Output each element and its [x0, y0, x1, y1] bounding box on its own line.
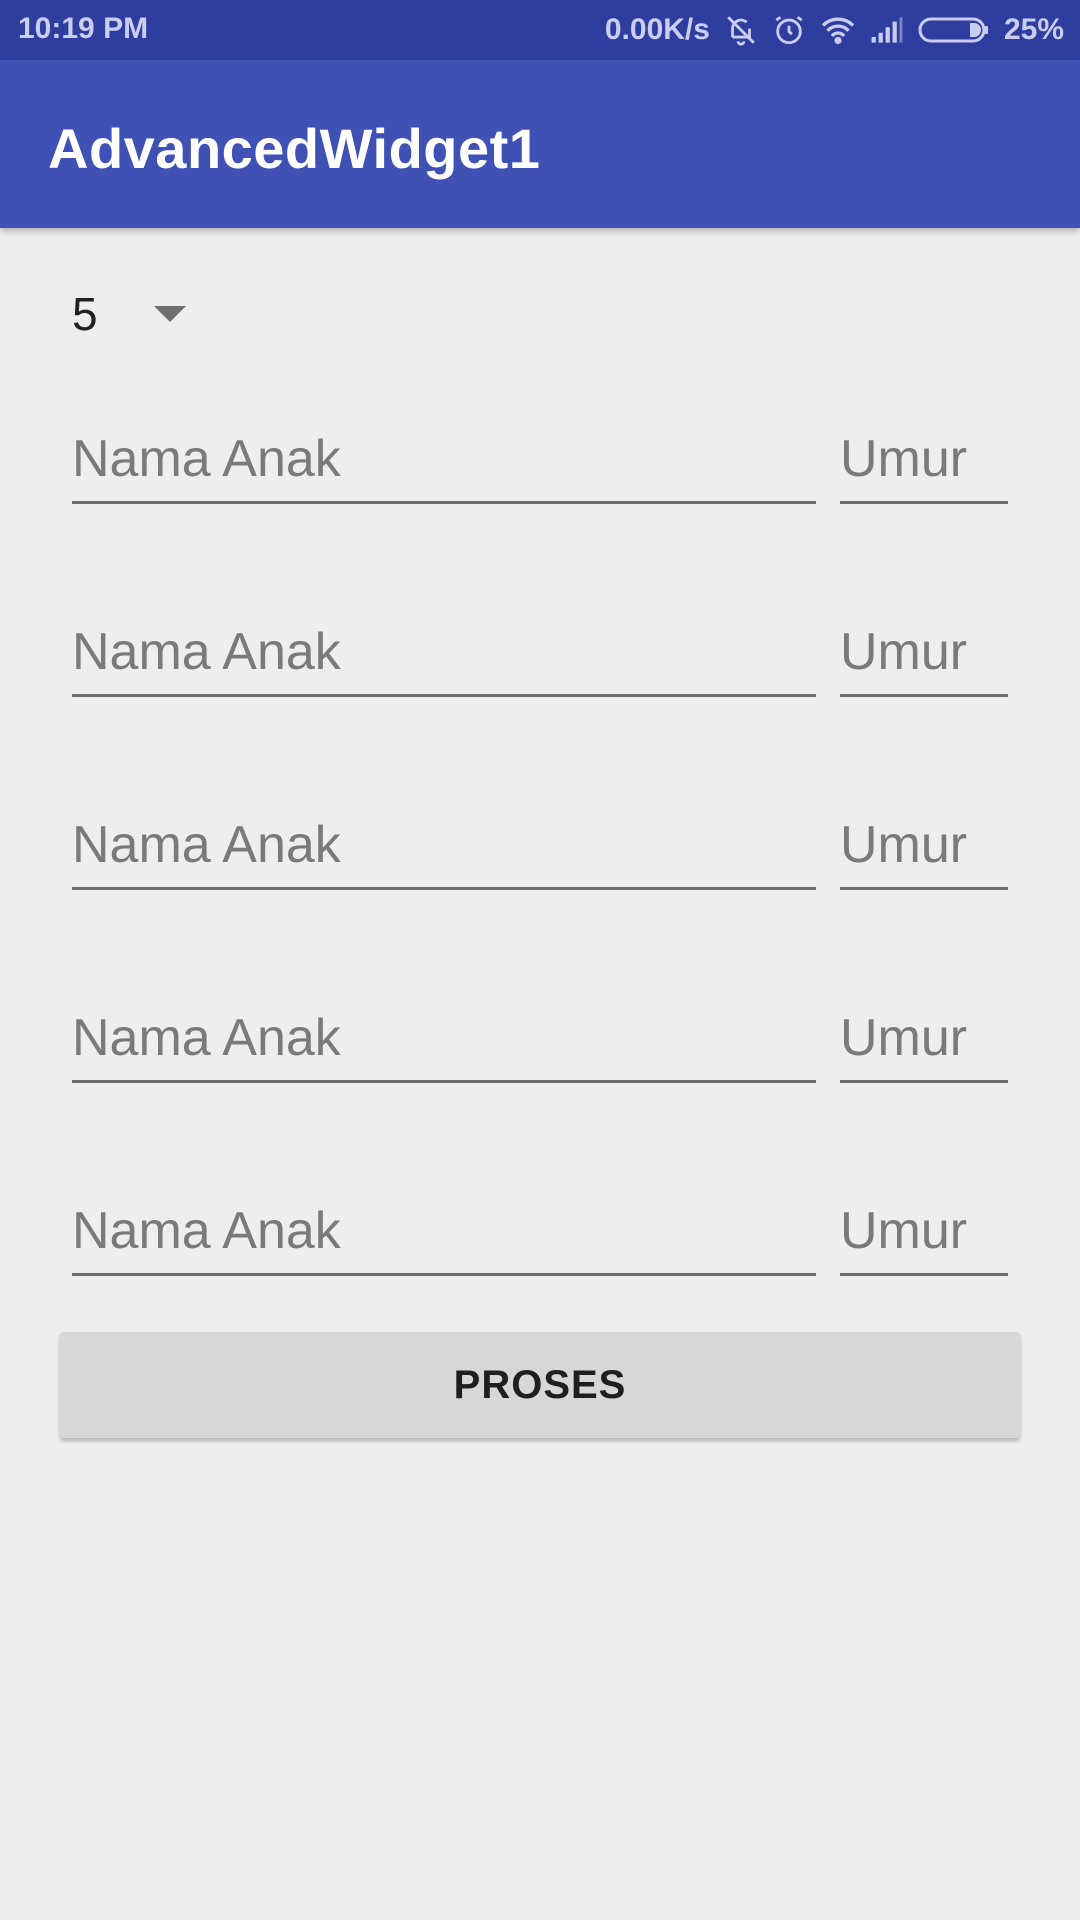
app-title: AdvancedWidget1 [48, 117, 541, 180]
network-speed: 0.00K/s [604, 13, 710, 46]
child-name-input[interactable] [72, 609, 816, 697]
app-bar: AdvancedWidget1 [0, 60, 1080, 228]
status-bar: 10:19 PM 0.00K/s 25% [0, 0, 1080, 60]
bell-off-icon [724, 13, 758, 47]
proses-button[interactable]: PROSES [60, 1332, 1020, 1438]
child-row [72, 609, 1008, 699]
status-time: 10:19 PM [18, 12, 149, 45]
child-row [72, 1188, 1008, 1278]
count-spinner[interactable]: 5 [72, 282, 186, 346]
child-row [72, 416, 1008, 506]
battery-icon [918, 16, 990, 44]
wifi-icon [820, 15, 856, 45]
child-name-input[interactable] [72, 1188, 816, 1276]
battery-percent: 25% [1003, 13, 1064, 46]
status-icons: 0.00K/s 25% [605, 12, 1064, 48]
child-row [72, 995, 1008, 1085]
child-age-input[interactable] [840, 802, 1008, 890]
alarm-icon [772, 13, 806, 47]
child-age-input[interactable] [840, 609, 1008, 697]
child-age-input[interactable] [840, 1188, 1008, 1276]
child-name-input[interactable] [72, 995, 816, 1083]
child-age-input[interactable] [840, 416, 1008, 504]
signal-icon [870, 16, 904, 44]
spinner-selected-value: 5 [72, 288, 98, 340]
child-name-input[interactable] [72, 802, 816, 890]
child-name-input[interactable] [72, 416, 816, 504]
child-age-input[interactable] [840, 995, 1008, 1083]
child-row [72, 802, 1008, 892]
dropdown-arrow-icon [153, 306, 186, 322]
